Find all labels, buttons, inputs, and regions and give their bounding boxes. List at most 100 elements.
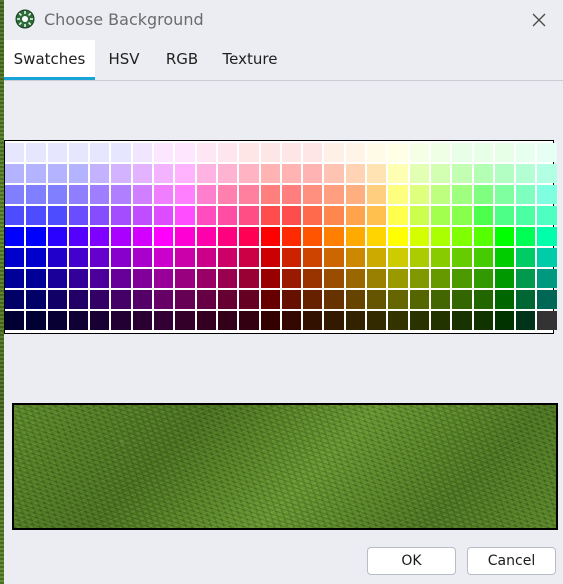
color-swatch[interactable]	[281, 290, 302, 309]
color-swatch[interactable]	[132, 185, 153, 204]
color-swatch[interactable]	[26, 269, 46, 288]
color-swatch[interactable]	[217, 227, 238, 246]
color-swatch[interactable]	[132, 269, 153, 288]
color-swatch[interactable]	[281, 248, 302, 267]
color-swatch[interactable]	[47, 185, 67, 204]
color-swatch[interactable]	[473, 164, 493, 183]
color-swatch[interactable]	[324, 290, 344, 309]
color-swatch[interactable]	[494, 185, 515, 204]
color-swatch[interactable]	[516, 227, 536, 246]
color-swatch[interactable]	[154, 269, 174, 288]
color-swatch[interactable]	[111, 248, 131, 267]
color-swatch[interactable]	[345, 248, 366, 267]
color-swatch[interactable]	[516, 143, 536, 162]
color-swatch[interactable]	[303, 143, 323, 162]
color-swatch[interactable]	[175, 227, 195, 246]
color-swatch[interactable]	[260, 269, 280, 288]
color-swatch[interactable]	[47, 248, 67, 267]
color-swatch[interactable]	[26, 143, 46, 162]
tab-hsv[interactable]: HSV	[100, 40, 148, 78]
color-swatch[interactable]	[196, 311, 216, 330]
color-swatch[interactable]	[430, 311, 451, 330]
color-swatch[interactable]	[452, 311, 472, 330]
color-swatch[interactable]	[260, 311, 280, 330]
color-swatch[interactable]	[303, 248, 323, 267]
color-swatch[interactable]	[154, 164, 174, 183]
color-swatch[interactable]	[68, 143, 89, 162]
color-swatch[interactable]	[516, 248, 536, 267]
color-swatch[interactable]	[324, 185, 344, 204]
color-swatch[interactable]	[281, 311, 302, 330]
color-swatch[interactable]	[281, 164, 302, 183]
color-swatch[interactable]	[537, 164, 557, 183]
color-swatch[interactable]	[132, 206, 153, 225]
color-swatch[interactable]	[537, 269, 557, 288]
color-swatch[interactable]	[90, 143, 110, 162]
color-swatch[interactable]	[473, 185, 493, 204]
color-swatch[interactable]	[345, 206, 366, 225]
tab-rgb[interactable]: RGB	[157, 40, 207, 78]
color-swatch[interactable]	[473, 248, 493, 267]
color-swatch[interactable]	[217, 185, 238, 204]
color-swatch[interactable]	[239, 311, 259, 330]
color-swatch[interactable]	[154, 248, 174, 267]
color-swatch[interactable]	[324, 227, 344, 246]
color-swatch[interactable]	[175, 269, 195, 288]
color-swatch[interactable]	[516, 206, 536, 225]
color-swatch[interactable]	[175, 206, 195, 225]
color-swatch[interactable]	[111, 269, 131, 288]
color-swatch[interactable]	[5, 248, 25, 267]
color-swatch[interactable]	[409, 185, 429, 204]
color-swatch[interactable]	[111, 227, 131, 246]
color-swatch[interactable]	[345, 164, 366, 183]
color-swatch[interactable]	[26, 164, 46, 183]
color-swatch[interactable]	[367, 164, 387, 183]
color-swatch[interactable]	[494, 206, 515, 225]
color-swatch[interactable]	[260, 290, 280, 309]
color-swatch[interactable]	[367, 206, 387, 225]
color-swatch[interactable]	[68, 269, 89, 288]
color-swatch[interactable]	[367, 227, 387, 246]
color-swatch[interactable]	[196, 206, 216, 225]
color-swatch[interactable]	[260, 248, 280, 267]
color-swatch[interactable]	[132, 143, 153, 162]
color-swatch[interactable]	[367, 311, 387, 330]
color-swatch[interactable]	[281, 269, 302, 288]
color-swatch[interactable]	[409, 290, 429, 309]
color-swatch[interactable]	[303, 206, 323, 225]
color-swatch[interactable]	[154, 143, 174, 162]
color-swatch[interactable]	[430, 248, 451, 267]
color-swatch[interactable]	[5, 143, 25, 162]
color-swatch[interactable]	[90, 164, 110, 183]
color-swatch[interactable]	[345, 143, 366, 162]
color-swatch[interactable]	[473, 269, 493, 288]
color-swatch[interactable]	[367, 185, 387, 204]
color-swatch[interactable]	[90, 227, 110, 246]
color-swatch[interactable]	[537, 185, 557, 204]
color-swatch[interactable]	[494, 311, 515, 330]
color-swatch[interactable]	[452, 227, 472, 246]
color-swatch[interactable]	[47, 269, 67, 288]
cancel-button[interactable]: Cancel	[467, 547, 556, 575]
color-swatch[interactable]	[68, 227, 89, 246]
color-swatch[interactable]	[324, 311, 344, 330]
color-swatch[interactable]	[217, 248, 238, 267]
color-swatch[interactable]	[239, 290, 259, 309]
color-swatch[interactable]	[388, 248, 408, 267]
color-swatch[interactable]	[430, 164, 451, 183]
color-swatch[interactable]	[303, 185, 323, 204]
color-swatch[interactable]	[154, 185, 174, 204]
color-swatch[interactable]	[196, 248, 216, 267]
color-swatch[interactable]	[196, 185, 216, 204]
color-swatch[interactable]	[473, 206, 493, 225]
color-swatch[interactable]	[47, 206, 67, 225]
color-swatch[interactable]	[345, 227, 366, 246]
color-swatch[interactable]	[111, 290, 131, 309]
color-swatch[interactable]	[473, 311, 493, 330]
color-swatch[interactable]	[430, 143, 451, 162]
color-swatch[interactable]	[388, 164, 408, 183]
color-swatch[interactable]	[5, 206, 25, 225]
color-swatch[interactable]	[388, 143, 408, 162]
color-swatch[interactable]	[537, 227, 557, 246]
color-swatch[interactable]	[47, 311, 67, 330]
